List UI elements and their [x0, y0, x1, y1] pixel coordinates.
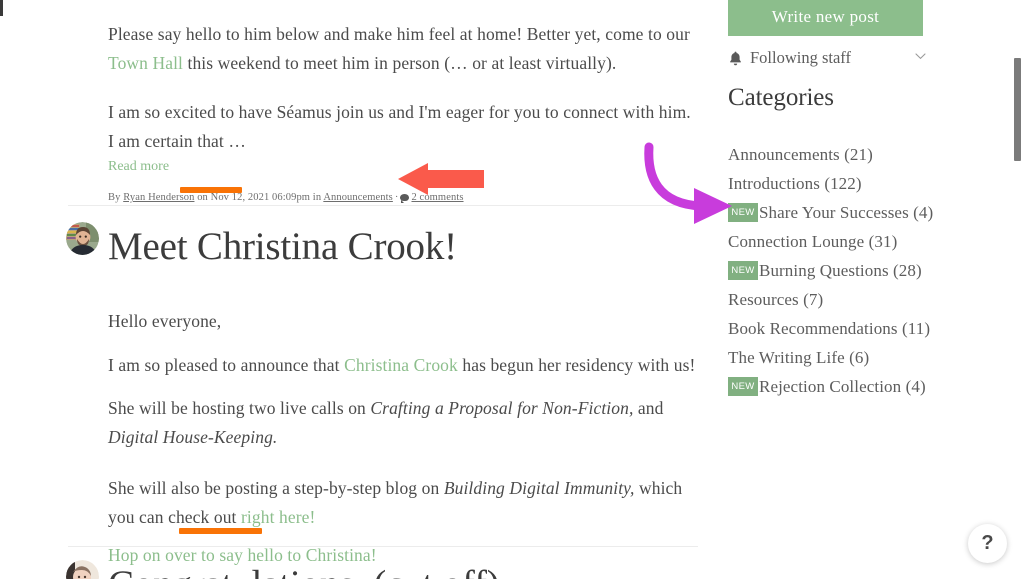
sidebar: Write new post Following staff Categorie…	[718, 0, 1008, 579]
category-label: Introductions	[728, 173, 820, 193]
scrollbar-thumb[interactable]	[1014, 58, 1021, 161]
post-body: Congratulations, (cut off)	[0, 560, 718, 579]
sidebar-category-book-recommendations[interactable]: Book Recommendations (11)	[728, 314, 1003, 343]
help-button[interactable]: ?	[968, 524, 1007, 563]
post-paragraph: Hello everyone,	[108, 307, 696, 336]
paragraph-text-mid: and	[633, 398, 664, 418]
category-count: (7)	[803, 289, 824, 309]
avatar-image	[66, 222, 99, 255]
sidebar-category-resources[interactable]: Resources (7)	[728, 285, 1003, 314]
sidebar-category-rejection-collection[interactable]: NEW Rejection Collection (4)	[728, 372, 1003, 401]
byline-separator: ·	[394, 192, 399, 203]
category-label: Connection Lounge	[728, 231, 865, 251]
byline-date: Nov 12, 2021 06:09pm	[210, 192, 311, 203]
bell-icon	[728, 50, 742, 66]
category-count: (6)	[849, 347, 870, 367]
paragraph-text: Please say hello to him below and make h…	[108, 24, 690, 44]
right-here-link[interactable]: right here	[241, 507, 310, 527]
byline-author-link[interactable]: Ryan Henderson	[123, 192, 194, 203]
category-count: (28)	[893, 260, 922, 280]
new-badge: NEW	[728, 203, 758, 222]
byline-by: By	[108, 192, 121, 203]
new-badge: NEW	[728, 261, 758, 280]
category-count: (21)	[844, 144, 873, 164]
post-divider	[68, 205, 698, 206]
town-hall-link[interactable]: Town Hall	[108, 53, 183, 73]
chevron-down-icon-svg	[915, 53, 926, 60]
category-label: Burning Questions	[759, 260, 889, 280]
paragraph-text-tail: this weekend to meet him in person (… or…	[183, 53, 617, 73]
category-count: (11)	[901, 318, 931, 338]
read-more-link[interactable]: Read more	[108, 159, 696, 175]
byline-in: in	[312, 192, 322, 203]
orange-highlight-post-2-date	[179, 528, 262, 534]
paragraph-text: She will be hosting two live calls on	[108, 398, 371, 418]
following-staff-dropdown[interactable]: Following staff	[728, 48, 926, 68]
post-paragraph: She will be hosting two live calls on Cr…	[108, 394, 696, 452]
post-title[interactable]: Congratulations, (cut off)	[108, 560, 696, 579]
post-body: Meet Christina Crook! Hello everyone, I …	[0, 222, 718, 579]
comment-bubble-icon	[400, 194, 410, 203]
paragraph-italic: Building Digital Immunity,	[443, 478, 635, 498]
category-count: (31)	[868, 231, 898, 251]
paragraph-text-tail: !	[309, 507, 316, 527]
category-label: Book Recommendations	[728, 318, 898, 338]
paragraph-italic: Crafting a Proposal for Non-Fiction,	[370, 398, 634, 418]
post-item: Please say hello to him below and make h…	[0, 0, 718, 205]
category-count: (122)	[824, 173, 862, 193]
post-item: Meet Christina Crook! Hello everyone, I …	[0, 222, 718, 579]
categories-list: Announcements (21) Introductions (122) N…	[728, 140, 1003, 401]
chevron-down-icon[interactable]	[915, 50, 926, 62]
post-divider	[68, 546, 698, 547]
write-new-post-button[interactable]: Write new post	[728, 0, 923, 36]
orange-highlight-post-1-date	[180, 187, 242, 193]
category-label: Announcements	[728, 144, 840, 164]
paragraph-text: I am so excited to have Séamus join us a…	[108, 102, 691, 151]
post-item: Congratulations, (cut off)	[0, 560, 718, 579]
post-paragraph: I am so pleased to announce that Christi…	[108, 351, 696, 380]
category-count: (4)	[913, 202, 934, 222]
paragraph-text: Hello everyone,	[108, 311, 222, 331]
sidebar-category-connection-lounge[interactable]: Connection Lounge (31)	[728, 227, 1003, 256]
category-label: Share Your Successes	[759, 202, 909, 222]
sidebar-category-share-your-successes[interactable]: NEW Share Your Successes (4)	[728, 198, 1003, 227]
category-label: Rejection Collection	[759, 376, 902, 396]
post-feed: Please say hello to him below and make h…	[0, 0, 718, 579]
post-title[interactable]: Meet Christina Crook!	[108, 222, 696, 272]
category-label: The Writing Life	[728, 347, 845, 367]
post-byline: By Ryan Henderson on Nov 12, 2021 06:09p…	[108, 191, 696, 205]
paragraph-italic: Digital House-Keeping.	[108, 427, 278, 447]
new-badge: NEW	[728, 377, 758, 396]
byline-on: on	[197, 192, 208, 203]
sidebar-category-introductions[interactable]: Introductions (122)	[728, 169, 1003, 198]
paragraph-text: I am so pleased to announce that	[108, 355, 345, 375]
page-root: Please say hello to him below and make h…	[0, 0, 1024, 579]
byline-category-link[interactable]: Announcements	[323, 192, 393, 203]
question-mark-icon: ?	[981, 532, 994, 554]
post-body: Please say hello to him below and make h…	[0, 20, 718, 205]
following-staff-label: Following staff	[750, 48, 851, 67]
category-label: Resources	[728, 289, 799, 309]
christina-crook-link[interactable]: Christina Crook	[344, 355, 458, 375]
scrollbar-track[interactable]	[1010, 0, 1024, 579]
post-paragraph: She will also be posting a step-by-step …	[108, 474, 696, 532]
paragraph-text: She will also be posting a step-by-step …	[108, 478, 444, 498]
categories-heading: Categories	[728, 84, 834, 111]
sidebar-category-burning-questions[interactable]: NEW Burning Questions (28)	[728, 256, 1003, 285]
sidebar-category-the-writing-life[interactable]: The Writing Life (6)	[728, 343, 1003, 372]
sidebar-category-announcements[interactable]: Announcements (21)	[728, 140, 1003, 169]
category-count: (4)	[905, 376, 926, 396]
post-paragraph: I am so excited to have Séamus join us a…	[108, 98, 696, 156]
byline-comments-link[interactable]: 2 comments	[411, 192, 463, 203]
bell-icon-svg	[729, 51, 741, 65]
post-paragraph: Please say hello to him below and make h…	[108, 20, 696, 78]
paragraph-text-tail: has begun her residency with us!	[457, 355, 696, 375]
avatar[interactable]	[66, 222, 99, 255]
